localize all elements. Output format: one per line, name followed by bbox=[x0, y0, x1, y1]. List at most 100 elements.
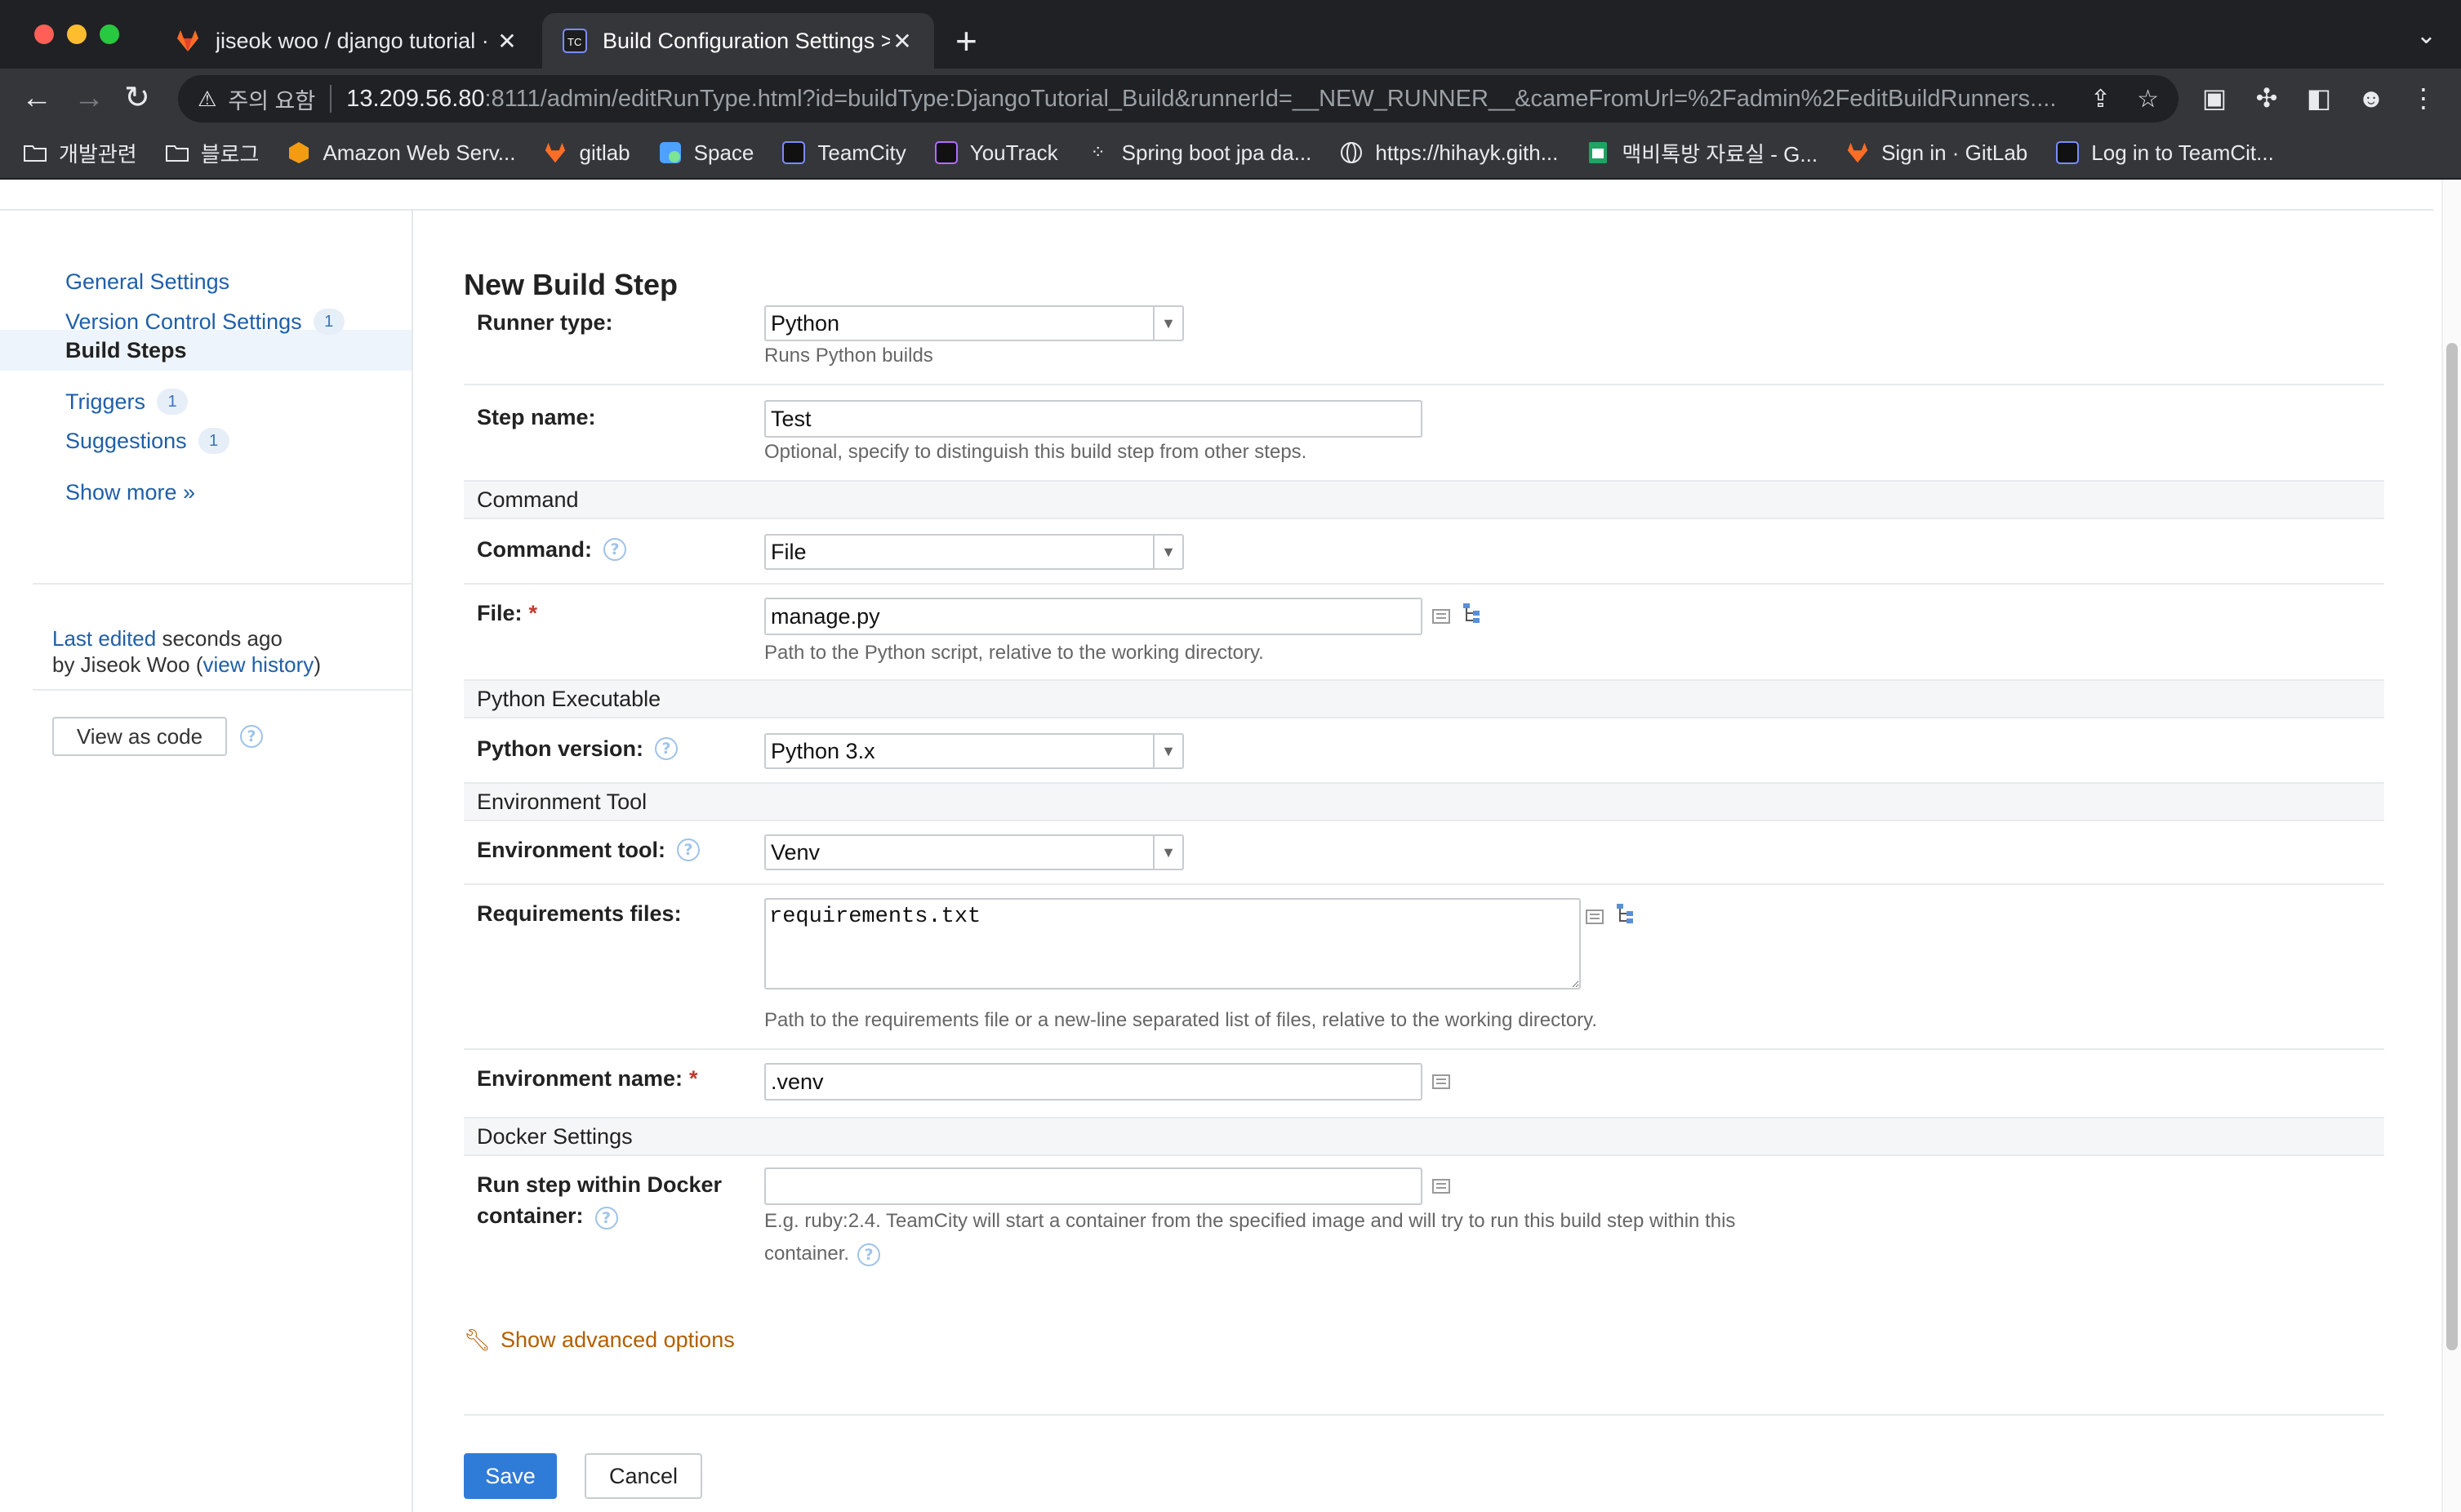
chevron-down-icon[interactable]: ▼ bbox=[1153, 735, 1182, 767]
bookmark-item[interactable]: 개발관련 bbox=[23, 138, 137, 168]
file-tree-icon[interactable] bbox=[1615, 903, 1636, 924]
bookmark-item[interactable]: Amazon Web Serv... bbox=[287, 140, 515, 166]
wrench-icon: 🔧︎ bbox=[464, 1327, 492, 1352]
bookmark-item[interactable]: 맥비톡방 자료실 - G... bbox=[1586, 138, 1818, 168]
profile-avatar-icon[interactable]: ☻ bbox=[2356, 83, 2386, 113]
show-advanced-options-link[interactable]: 🔧︎ Show advanced options bbox=[464, 1327, 735, 1353]
gitlab-icon bbox=[545, 142, 566, 163]
help-icon[interactable]: ? bbox=[677, 838, 700, 861]
count-badge: 1 bbox=[313, 309, 345, 335]
sidebar-item-triggers[interactable]: Triggers 1 bbox=[65, 389, 189, 415]
cancel-button[interactable]: Cancel bbox=[585, 1453, 702, 1499]
required-asterisk: * bbox=[528, 601, 538, 625]
chevron-down-icon[interactable]: ▼ bbox=[1153, 836, 1182, 869]
help-icon[interactable]: ? bbox=[603, 538, 626, 561]
close-window-button[interactable] bbox=[34, 24, 54, 44]
runner-type-select[interactable]: Python ▼ bbox=[764, 305, 1184, 341]
help-icon[interactable]: ? bbox=[594, 1207, 618, 1230]
new-tab-button[interactable]: + bbox=[955, 18, 977, 64]
sidebar-item-build-steps[interactable]: Build Steps bbox=[65, 338, 187, 363]
sheets-icon bbox=[1589, 142, 1608, 163]
page-scrollbar[interactable] bbox=[2441, 180, 2461, 1512]
parameter-list-icon[interactable] bbox=[1431, 606, 1452, 627]
chevron-down-icon[interactable]: ▼ bbox=[1153, 307, 1182, 340]
browser-tab-gitlab[interactable]: jiseok woo / django tutorial · Gi ✕ bbox=[155, 13, 539, 69]
reload-icon[interactable]: ↻ bbox=[124, 80, 150, 116]
environment-tool-select[interactable]: Venv ▼ bbox=[764, 834, 1184, 870]
view-history-link[interactable]: view history bbox=[202, 652, 314, 677]
python-version-select[interactable]: Python 3.x ▼ bbox=[764, 733, 1184, 769]
environment-name-input[interactable] bbox=[764, 1063, 1422, 1101]
extension-google-icon[interactable]: ▣ bbox=[2200, 83, 2229, 113]
form-footer-divider bbox=[464, 1414, 2384, 1416]
bookmark-item[interactable]: Space bbox=[658, 140, 754, 166]
parameter-list-icon[interactable] bbox=[1431, 1071, 1452, 1092]
runner-type-label: Runner type: bbox=[477, 310, 613, 335]
minimize-window-button[interactable] bbox=[67, 24, 87, 44]
count-badge: 1 bbox=[157, 389, 189, 415]
page-top-band bbox=[0, 180, 2433, 211]
file-input[interactable] bbox=[764, 598, 1422, 635]
section-python-executable: Python Executable bbox=[464, 679, 2384, 718]
address-divider bbox=[330, 85, 332, 113]
bookmark-item[interactable]: gitlab bbox=[543, 140, 630, 166]
view-as-code-button[interactable]: View as code bbox=[52, 717, 227, 756]
parameter-list-icon[interactable] bbox=[1431, 1176, 1452, 1197]
sidebar-item-general-settings[interactable]: General Settings bbox=[65, 269, 229, 295]
browser-tab-teamcity[interactable]: TC Build Configuration Settings > ✕ bbox=[542, 13, 934, 69]
maximize-window-button[interactable] bbox=[100, 24, 119, 44]
bookmark-item[interactable]: YouTrack bbox=[934, 140, 1058, 166]
help-icon[interactable]: ? bbox=[857, 1243, 881, 1266]
save-button[interactable]: Save bbox=[464, 1453, 557, 1499]
tab-search-icon[interactable]: ⌄ bbox=[2416, 21, 2437, 50]
share-icon[interactable]: ⇪ bbox=[2090, 85, 2111, 113]
last-edited-link[interactable]: Last edited bbox=[52, 626, 156, 651]
bookmark-item[interactable]: Log in to TeamCit... bbox=[2055, 140, 2274, 166]
bookmark-item[interactable]: 블로그 bbox=[165, 138, 259, 168]
row-divider bbox=[464, 583, 2384, 585]
requirements-files-textarea[interactable]: requirements.txt bbox=[764, 898, 1581, 989]
side-panel-icon[interactable]: ◧ bbox=[2304, 83, 2334, 113]
close-tab-icon[interactable]: ✕ bbox=[495, 28, 519, 55]
teamcity-icon bbox=[2056, 141, 2080, 164]
bookmark-item[interactable]: Sign in · GitLab bbox=[1845, 140, 2027, 166]
parameter-list-icon[interactable] bbox=[1584, 906, 1605, 927]
forward-icon[interactable]: → bbox=[73, 80, 105, 116]
sidebar-divider bbox=[33, 583, 412, 585]
security-status[interactable]: 주의 요함 bbox=[228, 83, 315, 115]
bookmark-star-icon[interactable]: ☆ bbox=[2137, 85, 2159, 113]
back-icon[interactable]: ← bbox=[21, 80, 52, 116]
bookmark-item[interactable]: ⁘ Spring boot jpa da... bbox=[1086, 140, 1311, 166]
url-rest: :8111/admin/editRunType.html?id=buildTyp… bbox=[484, 85, 2057, 112]
bookmark-item[interactable]: https://hihayk.gith... bbox=[1339, 140, 1558, 166]
warning-icon[interactable]: ⚠ bbox=[198, 87, 216, 112]
step-name-input[interactable] bbox=[764, 400, 1422, 438]
file-hint: Path to the Python script, relative to t… bbox=[764, 642, 1264, 664]
browser-tab-bar: jiseok woo / django tutorial · Gi ✕ TC B… bbox=[0, 0, 2461, 69]
close-tab-icon[interactable]: ✕ bbox=[890, 28, 915, 55]
address-bar[interactable]: ⚠ 주의 요함 13.209.56.80:8111/admin/editRunT… bbox=[178, 75, 2178, 122]
row-divider bbox=[464, 883, 2384, 885]
row-divider bbox=[464, 1048, 2384, 1050]
docker-hint: E.g. ruby:2.4. TeamCity will start a con… bbox=[764, 1210, 1736, 1266]
url-host: 13.209.56.80 bbox=[346, 85, 485, 112]
browser-menu-icon[interactable]: ⋮ bbox=[2409, 83, 2438, 113]
sidebar-item-version-control-settings[interactable]: Version Control Settings 1 bbox=[65, 309, 345, 335]
command-select[interactable]: File ▼ bbox=[764, 534, 1184, 570]
sidebar-item-suggestions[interactable]: Suggestions 1 bbox=[65, 428, 229, 454]
file-tree-icon[interactable] bbox=[1462, 603, 1483, 624]
scrollbar-thumb[interactable] bbox=[2446, 343, 2458, 1350]
section-docker-settings: Docker Settings bbox=[464, 1117, 2384, 1156]
chevron-down-icon[interactable]: ▼ bbox=[1153, 536, 1182, 568]
show-more-link[interactable]: Show more » bbox=[65, 480, 195, 505]
aws-icon bbox=[289, 142, 309, 163]
help-icon[interactable]: ? bbox=[655, 737, 679, 760]
docker-container-label: Run step within Docker container:? bbox=[477, 1172, 723, 1230]
help-icon[interactable]: ? bbox=[240, 725, 263, 748]
url-text[interactable]: 13.209.56.80:8111/admin/editRunType.html… bbox=[346, 86, 2064, 113]
settings-sidebar: General Settings Version Control Setting… bbox=[0, 211, 413, 1512]
docker-image-input[interactable] bbox=[764, 1167, 1422, 1205]
teamcity-icon: TC bbox=[563, 29, 587, 53]
bookmark-item[interactable]: TeamCity bbox=[781, 140, 906, 166]
extensions-puzzle-icon[interactable]: ✣ bbox=[2252, 83, 2281, 113]
